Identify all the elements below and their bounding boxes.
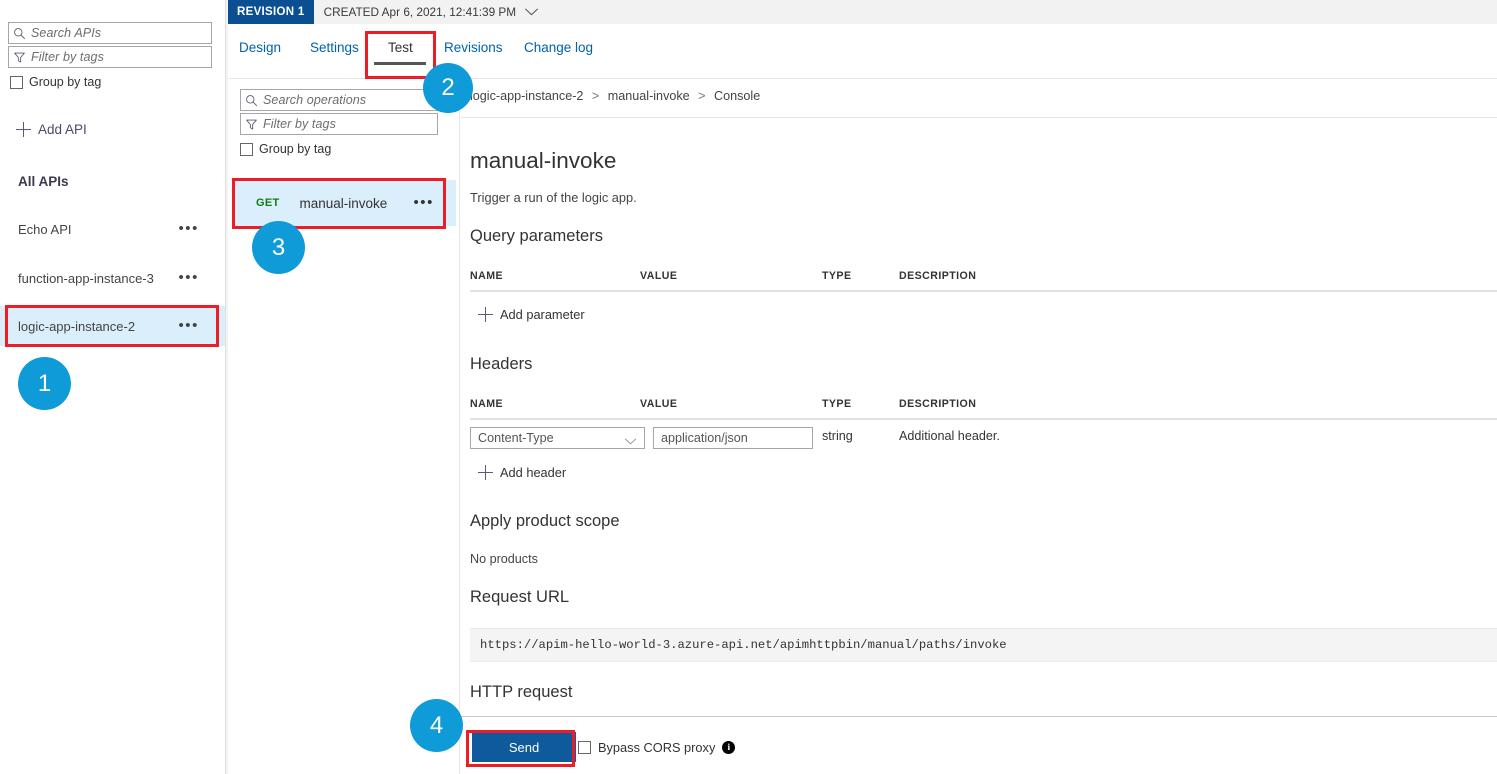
query-parameters-heading: Query parameters (470, 227, 603, 246)
step-badge-4: 4 (410, 699, 463, 752)
breadcrumb-divider (461, 117, 1497, 118)
column-header-name: NAME (470, 398, 503, 410)
operations-group-by-tag-label: Group by tag (259, 142, 331, 156)
api-context-menu-icon[interactable]: ••• (178, 322, 199, 330)
request-url-value[interactable]: https://apim-hello-world-3.azure-api.net… (470, 628, 1497, 662)
operation-list-item-manual-invoke[interactable]: GET manual-invoke ••• (234, 180, 456, 226)
header-name-value: Content-Type (478, 431, 554, 445)
bypass-cors-proxy-row[interactable]: Bypass CORS proxy i (578, 740, 735, 755)
step-badge-2: 2 (423, 63, 473, 113)
breadcrumb-page: Console (714, 89, 760, 103)
tab-active-underline (374, 62, 426, 65)
plus-icon (16, 122, 31, 137)
breadcrumb: logic-app-instance-2 > manual-invoke > C… (470, 89, 760, 103)
tab-revisions[interactable]: Revisions (444, 40, 503, 55)
product-scope-text: No products (470, 552, 538, 566)
info-icon[interactable]: i (722, 741, 735, 754)
filter-icon (245, 118, 258, 131)
all-apis-label: All APIs (18, 174, 69, 189)
api-list-item-echo-api[interactable]: Echo API ••• (0, 209, 225, 249)
api-name: function-app-instance-3 (18, 271, 154, 286)
tab-design[interactable]: Design (239, 40, 281, 55)
query-parameters-table-header: NAME VALUE TYPE DESCRIPTION (470, 270, 1497, 292)
operation-description: Trigger a run of the logic app. (470, 190, 637, 205)
column-header-value: VALUE (640, 270, 677, 282)
operations-group-by-tag-checkbox[interactable] (240, 143, 253, 156)
tab-test[interactable]: Test (388, 40, 413, 55)
api-context-menu-icon[interactable]: ••• (178, 225, 199, 233)
search-operations-placeholder: Search operations (263, 93, 366, 107)
breadcrumb-separator: > (698, 89, 705, 103)
tab-change-log[interactable]: Change log (524, 40, 593, 55)
revision-created[interactable]: CREATED Apr 6, 2021, 12:41:39 PM (324, 5, 540, 19)
headers-heading: Headers (470, 355, 532, 374)
search-apis-input[interactable]: Search APIs (8, 22, 212, 44)
filter-icon (13, 51, 26, 64)
add-header-button[interactable]: Add header (478, 465, 566, 480)
chevron-down-icon[interactable] (524, 5, 539, 19)
search-icon (13, 27, 26, 40)
headers-table-header: NAME VALUE TYPE DESCRIPTION (470, 398, 1497, 420)
bypass-cors-proxy-label: Bypass CORS proxy (598, 740, 715, 755)
operation-method: GET (256, 197, 280, 209)
breadcrumb-api[interactable]: logic-app-instance-2 (470, 89, 583, 103)
http-request-divider (461, 716, 1497, 717)
add-api-button[interactable]: Add API (16, 122, 87, 137)
api-tabs: Design Settings Test Revisions Change lo… (228, 24, 1497, 79)
column-header-value: VALUE (640, 398, 677, 410)
operations-filter-by-tags-placeholder: Filter by tags (263, 117, 336, 131)
search-icon (245, 94, 258, 107)
operations-group-by-tag-checkbox-row[interactable]: Group by tag (240, 142, 331, 156)
api-name: Echo API (18, 222, 71, 237)
api-context-menu-icon[interactable]: ••• (178, 274, 199, 282)
api-list-item-function-app-instance-3[interactable]: function-app-instance-3 ••• (0, 258, 225, 298)
header-row: Content-Type application/json string Add… (470, 427, 1497, 457)
operation-name: manual-invoke (300, 196, 388, 211)
search-apis-placeholder: Search APIs (31, 26, 101, 40)
api-management-test-console: Search APIs Filter by tags Group by tag … (0, 0, 1497, 774)
api-name: logic-app-instance-2 (18, 319, 135, 334)
column-header-description: DESCRIPTION (899, 398, 976, 410)
header-value-input[interactable]: application/json (653, 427, 813, 449)
add-parameter-button[interactable]: Add parameter (478, 307, 585, 322)
send-button[interactable]: Send (472, 732, 576, 762)
column-header-type: TYPE (822, 398, 851, 410)
revision-created-text: CREATED Apr 6, 2021, 12:41:39 PM (324, 5, 517, 19)
product-scope-heading: Apply product scope (470, 512, 620, 531)
console-main: logic-app-instance-2 > manual-invoke > C… (461, 80, 1497, 774)
step-badge-1: 1 (18, 357, 71, 410)
chevron-down-icon[interactable] (624, 434, 637, 448)
plus-icon (478, 307, 493, 322)
request-url-heading: Request URL (470, 588, 569, 607)
bypass-cors-proxy-checkbox[interactable] (578, 741, 591, 754)
group-by-tag-label: Group by tag (29, 75, 101, 89)
breadcrumb-operation[interactable]: manual-invoke (608, 89, 690, 103)
filter-by-tags-placeholder: Filter by tags (31, 50, 104, 64)
add-parameter-label: Add parameter (500, 307, 585, 322)
breadcrumb-separator: > (592, 89, 599, 103)
step-badge-3: 3 (252, 221, 305, 274)
column-header-type: TYPE (822, 270, 851, 282)
page-title: manual-invoke (470, 148, 616, 174)
revision-badge: REVISION 1 (228, 0, 314, 24)
header-name-select[interactable]: Content-Type (470, 427, 645, 449)
http-request-heading: HTTP request (470, 683, 572, 702)
operation-context-menu-icon[interactable]: ••• (413, 199, 434, 207)
add-api-label: Add API (38, 122, 87, 137)
revision-bar: REVISION 1 CREATED Apr 6, 2021, 12:41:39… (228, 0, 1497, 24)
plus-icon (478, 465, 493, 480)
header-value-text: application/json (661, 431, 748, 445)
column-header-name: NAME (470, 270, 503, 282)
group-by-tag-checkbox-row[interactable]: Group by tag (10, 75, 101, 89)
filter-by-tags-input[interactable]: Filter by tags (8, 46, 212, 68)
header-description: Additional header. (899, 429, 1000, 443)
group-by-tag-checkbox[interactable] (10, 76, 23, 89)
api-list-item-logic-app-instance-2[interactable]: logic-app-instance-2 ••• (0, 306, 225, 346)
header-type: string (822, 429, 853, 443)
column-header-description: DESCRIPTION (899, 270, 976, 282)
add-header-label: Add header (500, 465, 566, 480)
operations-filter-by-tags-input[interactable]: Filter by tags (240, 113, 438, 135)
tab-settings[interactable]: Settings (310, 40, 359, 55)
search-operations-input[interactable]: Search operations (240, 89, 438, 111)
